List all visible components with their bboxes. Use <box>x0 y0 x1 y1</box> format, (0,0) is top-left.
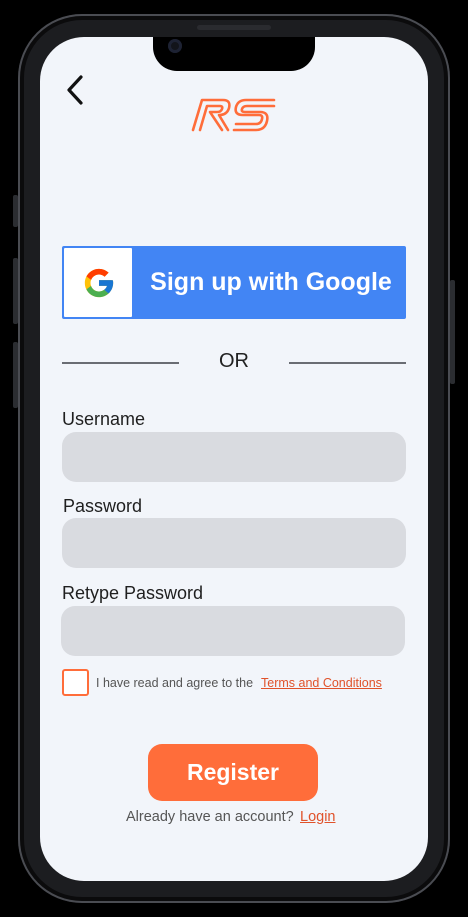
divider-left <box>62 362 179 364</box>
password-label: Password <box>63 496 143 516</box>
login-link[interactable]: Login <box>300 809 335 825</box>
divider-right <box>289 362 406 364</box>
google-signup-label: Sign up with Google <box>150 268 392 296</box>
register-button[interactable]: Register <box>148 744 318 801</box>
google-signup-button[interactable]: Sign up with Google <box>62 246 406 319</box>
power-button <box>450 280 455 384</box>
already-account-text: Already have an account? <box>126 809 294 825</box>
google-icon-box <box>64 248 132 317</box>
retype-password-label: Retype Password <box>62 583 204 603</box>
username-label: Username <box>62 409 146 429</box>
password-input[interactable] <box>62 518 406 568</box>
terms-link[interactable]: Terms and Conditions <box>261 676 382 690</box>
front-camera <box>168 39 182 53</box>
speaker-grille <box>197 25 271 30</box>
chevron-left-icon <box>67 75 83 105</box>
rs-logo <box>190 96 278 134</box>
username-input[interactable] <box>62 432 406 482</box>
back-button[interactable] <box>62 72 90 108</box>
terms-checkbox[interactable] <box>62 669 89 696</box>
terms-agree-text: I have read and agree to the <box>96 676 254 690</box>
divider-or-text: OR <box>219 350 249 372</box>
google-g-icon <box>84 268 114 298</box>
retype-password-input[interactable] <box>61 606 405 656</box>
